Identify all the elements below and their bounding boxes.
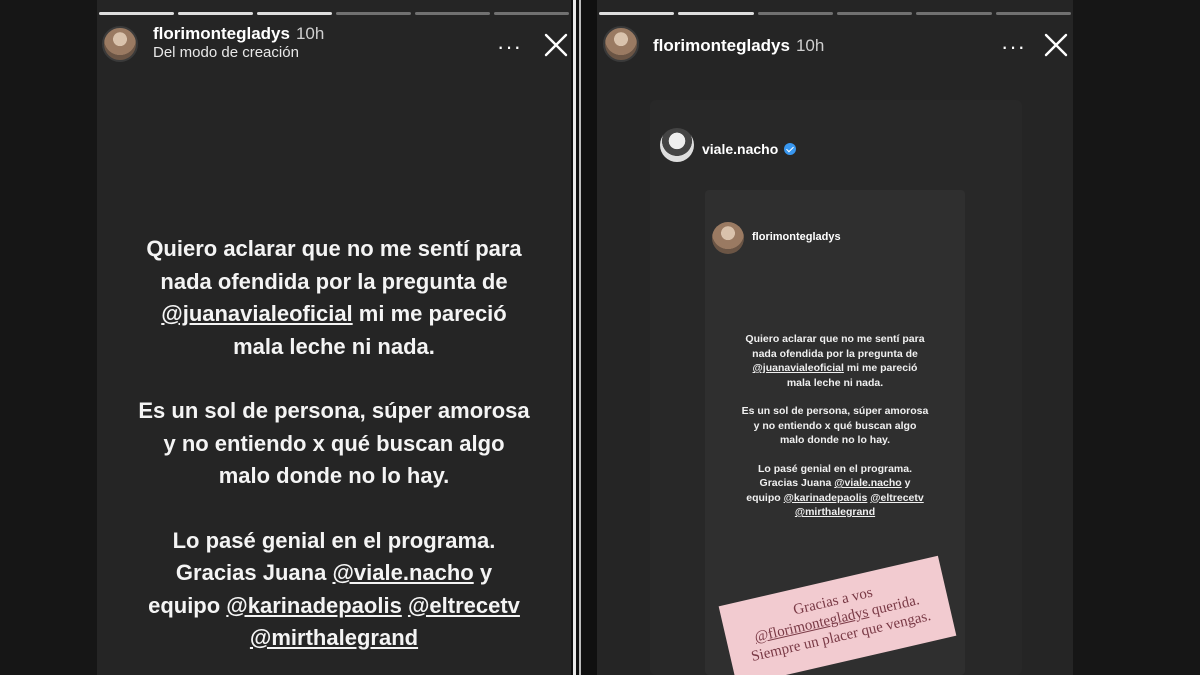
mention-link[interactable]: @viale.nacho (332, 560, 473, 585)
mention-link[interactable]: @mirthalegrand (250, 625, 418, 650)
story-paragraph: Es un sol de persona, súper amorosa y no… (97, 395, 571, 493)
mention-link[interactable]: @eltrecetv (870, 492, 923, 504)
mention-link[interactable]: @viale.nacho (834, 477, 901, 489)
story-paragraph: Lo pasé genial en el programa. Gracias J… (705, 462, 965, 520)
embedded-username: florimontegladys (752, 231, 841, 243)
mention-link[interactable]: @juanavialeoficial (753, 362, 844, 374)
reposter-username[interactable]: viale.nacho (702, 141, 797, 157)
story-subtitle: Del modo de creación (153, 44, 299, 61)
story-paragraph: Es un sol de persona, súper amorosa y no… (705, 404, 965, 448)
mention-link[interactable]: @mirthalegrand (795, 506, 875, 518)
more-options-icon[interactable]: ··· (497, 34, 522, 60)
story-username[interactable]: florimontegladys 10h (153, 24, 324, 44)
text-segment: Quiero aclarar que no me sentí para nada… (745, 333, 925, 360)
story-time: 10h (295, 24, 325, 43)
avatar (712, 222, 744, 254)
avatar[interactable] (102, 26, 138, 62)
text-segment: Quiero aclarar que no me sentí para nada… (146, 236, 522, 294)
story-progress-bar (97, 12, 571, 15)
text-segment: Es un sol de persona, súper amorosa y no… (741, 405, 929, 446)
story-paragraph: Lo pasé genial en el programa. Gracias J… (97, 525, 571, 655)
verified-badge-icon (784, 143, 797, 155)
mention-link[interactable]: @karinadepaolis (784, 492, 868, 504)
story-header: florimontegladys 10h ··· (597, 24, 1073, 66)
story-progress-bar (597, 12, 1073, 15)
story-username[interactable]: florimontegladys 10h (653, 36, 824, 56)
panel-divider (571, 0, 597, 675)
close-icon[interactable] (1041, 30, 1071, 60)
story-paragraph: Quiero aclarar que no me sentí para nada… (97, 233, 571, 363)
mention-link[interactable]: @juanavialeoficial (161, 301, 352, 326)
close-icon[interactable] (541, 30, 571, 60)
embedded-story-text: Quiero aclarar que no me sentí para nada… (705, 332, 965, 534)
mention-link[interactable]: @karinadepaolis (226, 593, 402, 618)
story-time: 10h (795, 36, 825, 55)
avatar[interactable] (603, 26, 639, 62)
avatar[interactable] (660, 128, 694, 162)
story-panel-left: florimontegladys 10h Del modo de creación… (97, 0, 571, 675)
text-segment: Es un sol de persona, súper amorosa y no… (138, 398, 530, 488)
story-panel-right: florimontegladys 10h ··· viale.nacho flor… (597, 0, 1073, 675)
story-text: Quiero aclarar que no me sentí para nada… (97, 233, 571, 675)
story-header: florimontegladys 10h Del modo de creación… (97, 24, 571, 66)
mention-link[interactable]: @eltrecetv (408, 593, 520, 618)
more-options-icon[interactable]: ··· (1001, 34, 1026, 60)
story-paragraph: Quiero aclarar que no me sentí para nada… (705, 332, 965, 390)
